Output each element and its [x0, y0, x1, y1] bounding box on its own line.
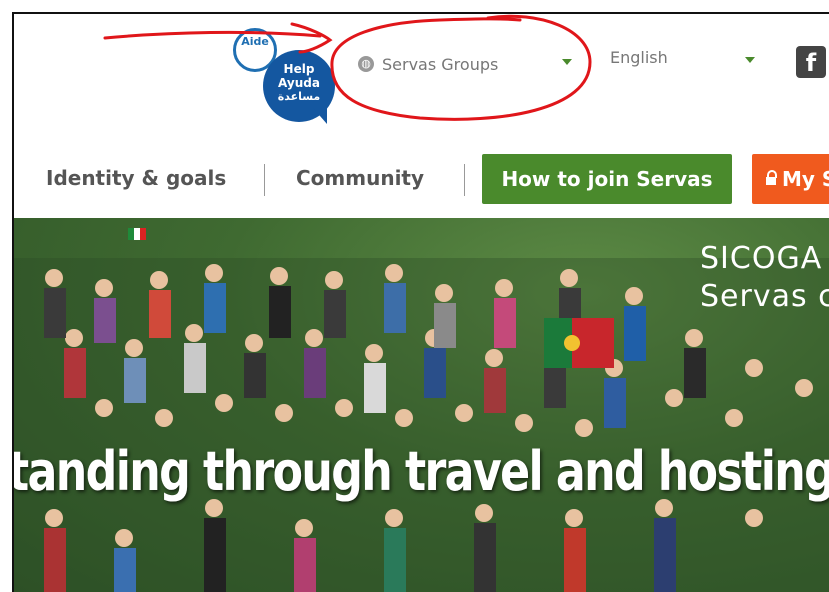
- language-value: English: [610, 48, 668, 67]
- facebook-glyph: f: [805, 49, 817, 77]
- hero-banner: SICOGA Servas c tanding through travel a…: [14, 218, 829, 592]
- hero-title-line-1: SICOGA: [700, 241, 823, 276]
- nav-community[interactable]: Community: [296, 166, 424, 190]
- help-label: Help: [283, 62, 315, 76]
- nav-divider: [264, 164, 265, 196]
- ayuda-label: Ayuda: [278, 76, 320, 90]
- help-badge[interactable]: Aide Help Ayuda مساعدة: [233, 28, 343, 132]
- arabic-help-label: مساعدة: [277, 90, 321, 103]
- my-servas-button[interactable]: My S: [752, 154, 829, 204]
- nav-identity-goals[interactable]: Identity & goals: [46, 166, 226, 190]
- help-ayuda-badge[interactable]: Help Ayuda مساعدة: [263, 50, 335, 124]
- language-select[interactable]: English: [610, 48, 668, 67]
- globe-icon: ◍: [358, 56, 374, 72]
- facebook-icon[interactable]: f: [796, 46, 826, 78]
- chevron-down-icon[interactable]: [745, 57, 755, 63]
- aide-badge-label: Aide: [241, 35, 269, 48]
- nav-divider: [464, 164, 465, 196]
- lock-icon: [766, 170, 777, 185]
- speech-bubble-tail: [313, 108, 327, 124]
- hero-title: SICOGA Servas c: [700, 240, 829, 316]
- hero-title-line-2: Servas c: [700, 279, 829, 314]
- frame-border-top: [12, 12, 829, 14]
- how-to-join-button[interactable]: How to join Servas: [482, 154, 732, 204]
- frame-border-left: [12, 12, 14, 592]
- chevron-down-icon[interactable]: [562, 59, 572, 65]
- servas-groups-value: Servas Groups: [382, 54, 499, 74]
- hero-tagline: tanding through travel and hosting: [14, 440, 829, 503]
- servas-groups-select[interactable]: ◍ Servas Groups: [358, 50, 578, 78]
- my-servas-label: My S: [782, 167, 829, 191]
- how-to-join-label: How to join Servas: [501, 167, 713, 191]
